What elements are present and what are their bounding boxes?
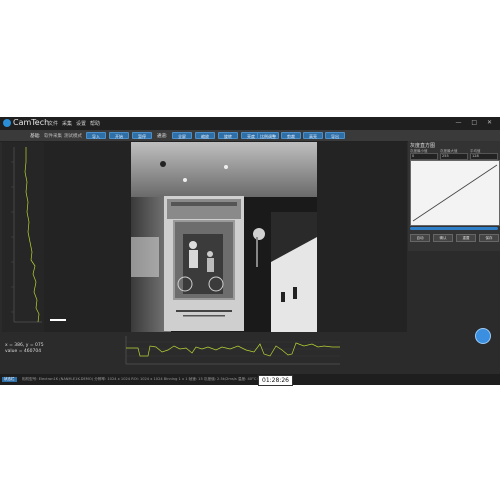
histogram-save-button[interactable]: 保存 [479,234,499,242]
menu-settings[interactable]: 设置 [76,120,86,127]
histogram-max-field[interactable]: 255 [440,153,468,160]
captured-image [131,142,317,332]
pixel-value: value = 460704 [5,349,42,354]
camtech-logo-icon [3,119,11,127]
image-viewport[interactable] [131,142,317,332]
export-button[interactable]: 导出 [325,132,345,139]
status-text: 相机型号: Electron1K (NANM-E1K-DEMO) 分辨率: 10… [22,377,288,381]
zoom-button[interactable]: 缩放 [195,132,215,139]
histogram-range-slider[interactable] [410,227,498,230]
scale-bar [50,319,66,321]
menu-file[interactable]: 文件 [48,120,58,127]
menu-capture[interactable]: 采集 [62,120,72,127]
highlight-button[interactable]: 高亮 [303,132,323,139]
pause-button[interactable]: 暂停 [132,132,152,139]
toolbar-group1-label: 基础: [30,134,41,139]
histogram-min-field[interactable]: 0 [410,153,438,160]
histogram-graph[interactable] [410,160,500,226]
title-bar: CamTech 文件 采集 设置 帮助 — □ ✕ [0,117,500,130]
import-button[interactable]: 导入 [86,132,106,139]
menu-help[interactable]: 帮助 [90,120,100,127]
toolbar-group2-label: 通道: [157,134,168,139]
window-controls[interactable]: — □ ✕ [455,119,496,126]
histogram-panel: 灰度直方图 灰度最小值 灰度最大值 平均值 0 255 128 自动 确认 重置… [408,141,500,251]
vertical-profile-panel [2,142,44,332]
rotate-button[interactable]: 旋转 [218,132,238,139]
start-button[interactable]: 开始 [109,132,129,139]
canvas-right-margin [317,142,407,332]
histogram-title: 灰度直方图 [410,143,436,149]
toolbar-test-mode[interactable]: 测试模式 [64,133,82,139]
histogram-mean-field[interactable]: 128 [470,153,498,160]
histogram-auto-button[interactable]: 自动 [410,234,430,242]
toolbar-software-capture[interactable]: 软件采集 [44,133,62,139]
app-window: CamTech 文件 采集 设置 帮助 — □ ✕ 基础: 软件采集 测试模式 … [0,117,500,385]
floating-action-button[interactable] [475,328,491,344]
status-tag: 状态栏 [2,377,17,382]
app-title: CamTech [13,118,50,127]
fullscreen-button[interactable]: 全屏 [172,132,192,139]
scale-adjust-button[interactable]: 比例调整 [257,132,279,139]
crop-button[interactable]: 剪裁 [281,132,301,139]
status-bar: 状态栏 相机型号: Electron1K (NANM-E1K-DEMO) 分辨率… [0,374,500,385]
canvas-left-margin [44,142,131,332]
histogram-curve [412,164,498,222]
histogram-reset-button[interactable]: 重置 [456,234,476,242]
histogram-confirm-button[interactable]: 确认 [433,234,453,242]
clock-overlay: 01:28:26 [258,375,293,386]
cursor-readout: x = 386, y = 075 value = 460704 [5,343,44,355]
horizontal-profile-plot [125,336,340,365]
vertical-profile-plot [11,147,42,323]
